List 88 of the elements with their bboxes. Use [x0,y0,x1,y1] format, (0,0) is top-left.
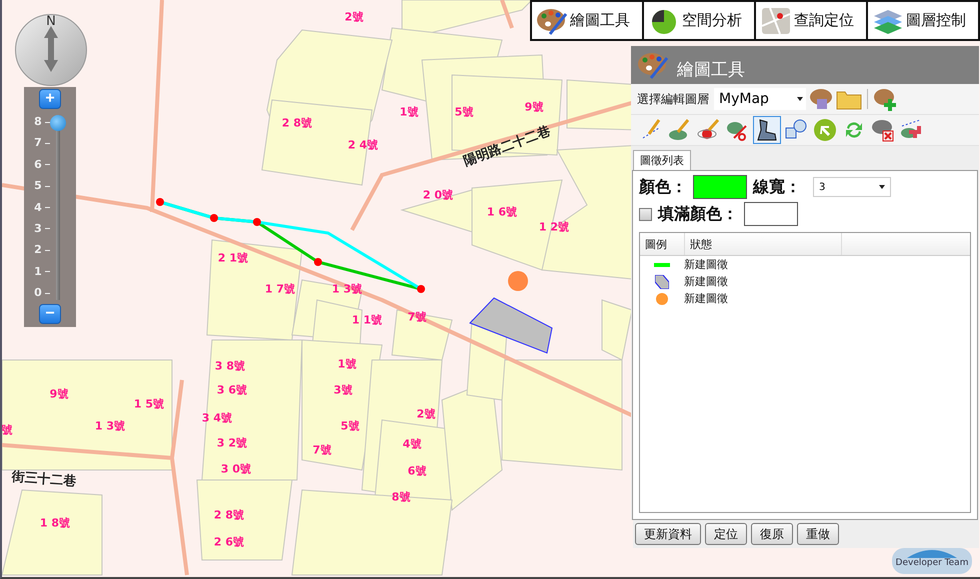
map-view[interactable] [0,0,980,579]
logo-mark-icon [907,548,957,558]
address-label: 5號 [340,418,360,434]
address-label: 3號 [334,382,352,398]
line-width-dropdown[interactable]: 3 [813,177,891,197]
address-label: 2號 [416,406,436,422]
north-arrow-icon [44,26,58,72]
tab[interactable]: 圖徵列表 [633,150,691,170]
panel-title: 繪圖工具 [677,58,745,80]
zoom-level-label: 5 [34,180,42,192]
column-header[interactable]: 圖例 [640,233,685,255]
caret-icon [879,185,885,189]
point-legend-icon [656,292,668,304]
fill-color-label: 填滿顏色： [658,204,738,224]
address-label: 3 0號 [220,462,252,476]
zoom-level-label: 8 [34,116,42,128]
address-label: 1 2號 [538,220,570,234]
delete-icon [871,118,895,142]
tool-button[interactable] [753,116,781,144]
street-label: 陽明路二十二巷 [461,122,553,170]
feature-status[interactable]: 新建圖徵 [684,257,728,272]
address-label: 1 1號 [352,312,382,328]
line-width-label: 線寬： [753,176,801,198]
color-label: 顏色： [639,176,687,198]
polygon-legend-icon [655,274,669,288]
address-label: 1 5號 [134,396,164,412]
zoom-level-label: 6 [34,158,42,171]
pencil-icon [668,118,692,142]
fill-color-swatch[interactable] [744,202,798,226]
address-label: 9號 [50,386,68,402]
zoom-level-label: 2 [34,244,42,256]
polygon-feature[interactable] [469,297,553,354]
address-label: 1 3號 [94,418,126,434]
address-label: 1號 [338,356,356,372]
point-feature[interactable] [508,271,528,291]
address-label: 2 8號 [282,116,312,130]
address-label: 2 0號 [422,188,454,202]
address-label: 1 3號 [332,282,362,296]
zoom-level-label: 1 [34,266,42,278]
address-label: 4號 [402,436,422,452]
address-label: 5號 [454,104,474,120]
zoom-level-label: 0 [34,287,42,299]
compass-control[interactable]: N [15,14,87,86]
address-label: 1號 [400,104,418,120]
map-pin-icon [760,6,792,36]
layer-dropdown[interactable]: MyMap [714,88,806,110]
pencil-icon [697,118,721,142]
column-header[interactable]: 狀態 [685,233,842,255]
address-label: 7號 [408,310,426,324]
address-label: 3 6號 [216,382,248,398]
address-label: 3 4號 [202,410,232,426]
street-label: 街三十二巷 [10,468,78,490]
address-label: 2 4號 [348,138,378,152]
address-label: 2 6號 [214,534,244,550]
palette-icon [637,50,669,80]
zoom-level-label: 7 [34,137,42,150]
address-label: 1 8號 [40,516,70,530]
logo-text: Developer Team [896,558,968,568]
layer-label: 選擇編輯圖層 [637,90,709,108]
zoom-level-label: 4 [34,202,42,214]
address-label: 7號 [312,442,332,458]
address-label: 6號 [408,464,426,478]
action-button[interactable]: 定位 [705,523,747,545]
feature-status[interactable]: 新建圖徵 [684,291,728,306]
polygon-icon [755,118,779,142]
zoom-slider-thumb[interactable] [50,115,66,131]
color-swatch[interactable] [693,175,747,199]
address-label: 1 6號 [486,204,518,220]
address-label: 1 7號 [264,282,296,296]
address-label: 2 8號 [214,508,244,522]
fill-checkbox[interactable] [639,208,652,220]
action-button[interactable]: 重做 [797,523,839,545]
action-button[interactable]: 更新資料 [635,523,701,545]
caret-icon [797,97,803,101]
address-label: 8號 [392,490,410,504]
address-label: 9號 [524,100,544,114]
road-line [500,0,514,29]
feature-status[interactable]: 新建圖徵 [684,274,728,289]
line-legend-icon [654,262,670,268]
zoom-level-label: 3 [34,222,42,235]
address-label: 3 8號 [214,358,246,374]
address-label: 2 1號 [218,250,248,266]
address-label: 2號 [344,10,364,24]
palette-layer-icon[interactable] [809,87,833,111]
add-layer-icon[interactable] [873,87,897,111]
polyline-sketch[interactable] [156,198,425,293]
action-button[interactable]: 復原 [751,523,793,545]
address-label: 3 2號 [216,436,248,450]
